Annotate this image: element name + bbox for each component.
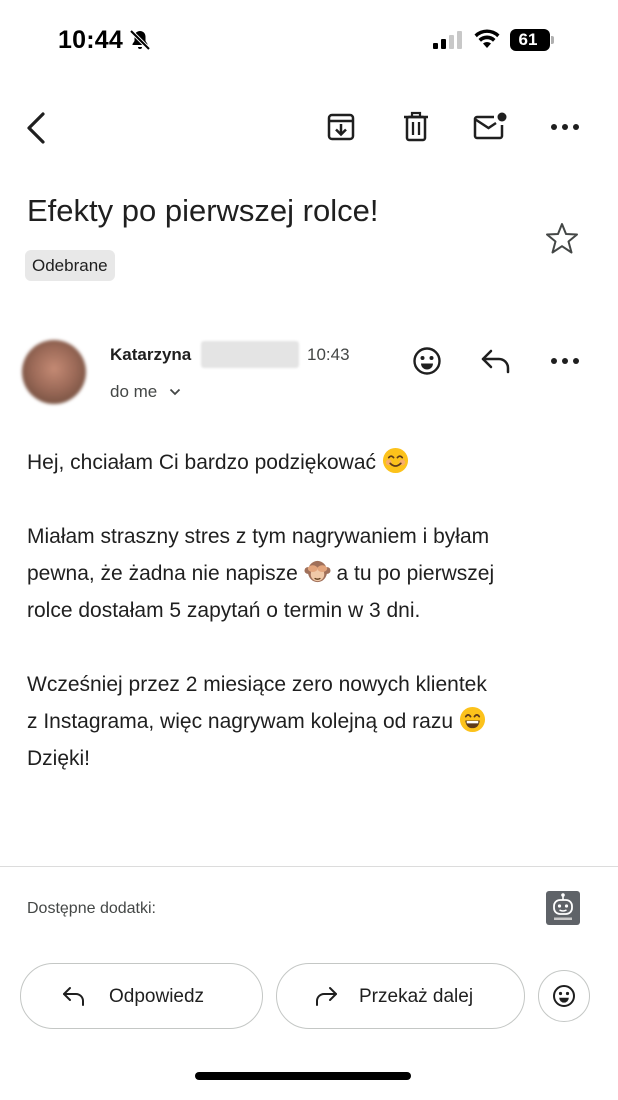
body-text: Dzięki! — [27, 747, 91, 770]
email-time: 10:43 — [307, 345, 350, 364]
recipient-toggle[interactable]: do me — [110, 382, 181, 402]
bell-slash-icon — [129, 29, 151, 51]
addons-label: Dostępne dodatki: — [27, 900, 156, 917]
robot-icon — [553, 893, 573, 920]
forward-label: Przekaż dalej — [359, 986, 474, 1007]
trash-icon — [404, 111, 428, 142]
message-more-button[interactable] — [545, 344, 585, 378]
reply-label: Odpowiedz — [109, 986, 205, 1007]
smiley-icon — [413, 347, 441, 375]
grinning-face-emoji-icon — [459, 706, 485, 733]
body-text: Hej, chciałam Ci bardzo podziękować — [27, 451, 376, 474]
wifi-icon — [474, 29, 500, 48]
reply-icon — [481, 349, 510, 374]
add-reaction-button[interactable] — [408, 342, 446, 380]
body-paragraph: Miałam straszny stres z tym nagrywaniem … — [27, 518, 597, 629]
body-paragraph: Wcześniej przez 2 miesiące zero nowych k… — [27, 666, 597, 777]
archive-icon — [327, 113, 355, 141]
back-button[interactable] — [18, 106, 54, 150]
mark-unread-button[interactable] — [470, 108, 510, 146]
redacted-surname — [201, 341, 299, 368]
archive-button[interactable] — [322, 108, 360, 146]
delete-button[interactable] — [397, 108, 435, 146]
battery-icon: 61 — [510, 29, 554, 51]
body-text: Wcześniej przez 2 miesiące zero nowych k… — [27, 673, 487, 733]
body-paragraph: Hej, chciałam Ci bardzo podziękować — [27, 444, 597, 481]
addon-workgpt-icon[interactable] — [546, 891, 580, 925]
section-divider — [0, 866, 618, 867]
status-bar: 10:44 61 — [0, 0, 618, 80]
forward-icon — [316, 987, 337, 1006]
reply-pill-button[interactable]: Odpowiedz — [20, 963, 263, 1029]
sender-avatar[interactable] — [22, 340, 86, 404]
reply-button[interactable] — [477, 342, 515, 380]
smiling-face-emoji-icon — [382, 447, 408, 474]
sender-name[interactable]: Katarzyna — [110, 345, 191, 365]
email-subject: Efekty po pierwszej rolce! — [27, 193, 379, 228]
reply-icon — [63, 987, 84, 1006]
chevron-down-icon — [170, 388, 181, 396]
more-horizontal-icon — [551, 124, 579, 130]
battery-level: 61 — [518, 30, 538, 49]
forward-pill-button[interactable]: Przekaż dalej — [276, 963, 525, 1029]
more-options-button[interactable] — [545, 110, 585, 144]
emoji-reaction-button[interactable] — [538, 970, 590, 1022]
recipient-label: do me — [110, 382, 158, 401]
more-horizontal-icon — [551, 358, 579, 364]
star-outline-icon — [546, 223, 578, 254]
back-arrow-icon — [27, 112, 45, 144]
home-indicator[interactable] — [195, 1072, 411, 1080]
smiley-icon — [553, 985, 575, 1007]
status-time: 10:44 — [58, 26, 123, 54]
cellular-signal-icon — [433, 31, 462, 49]
email-body: Hej, chciałam Ci bardzo podziękować Miał… — [27, 444, 597, 777]
star-button[interactable] — [543, 219, 581, 257]
label-chip-inbox[interactable]: Odebrane — [25, 250, 115, 281]
see-no-evil-monkey-emoji-icon — [304, 560, 331, 583]
mark-unread-icon — [473, 112, 507, 140]
